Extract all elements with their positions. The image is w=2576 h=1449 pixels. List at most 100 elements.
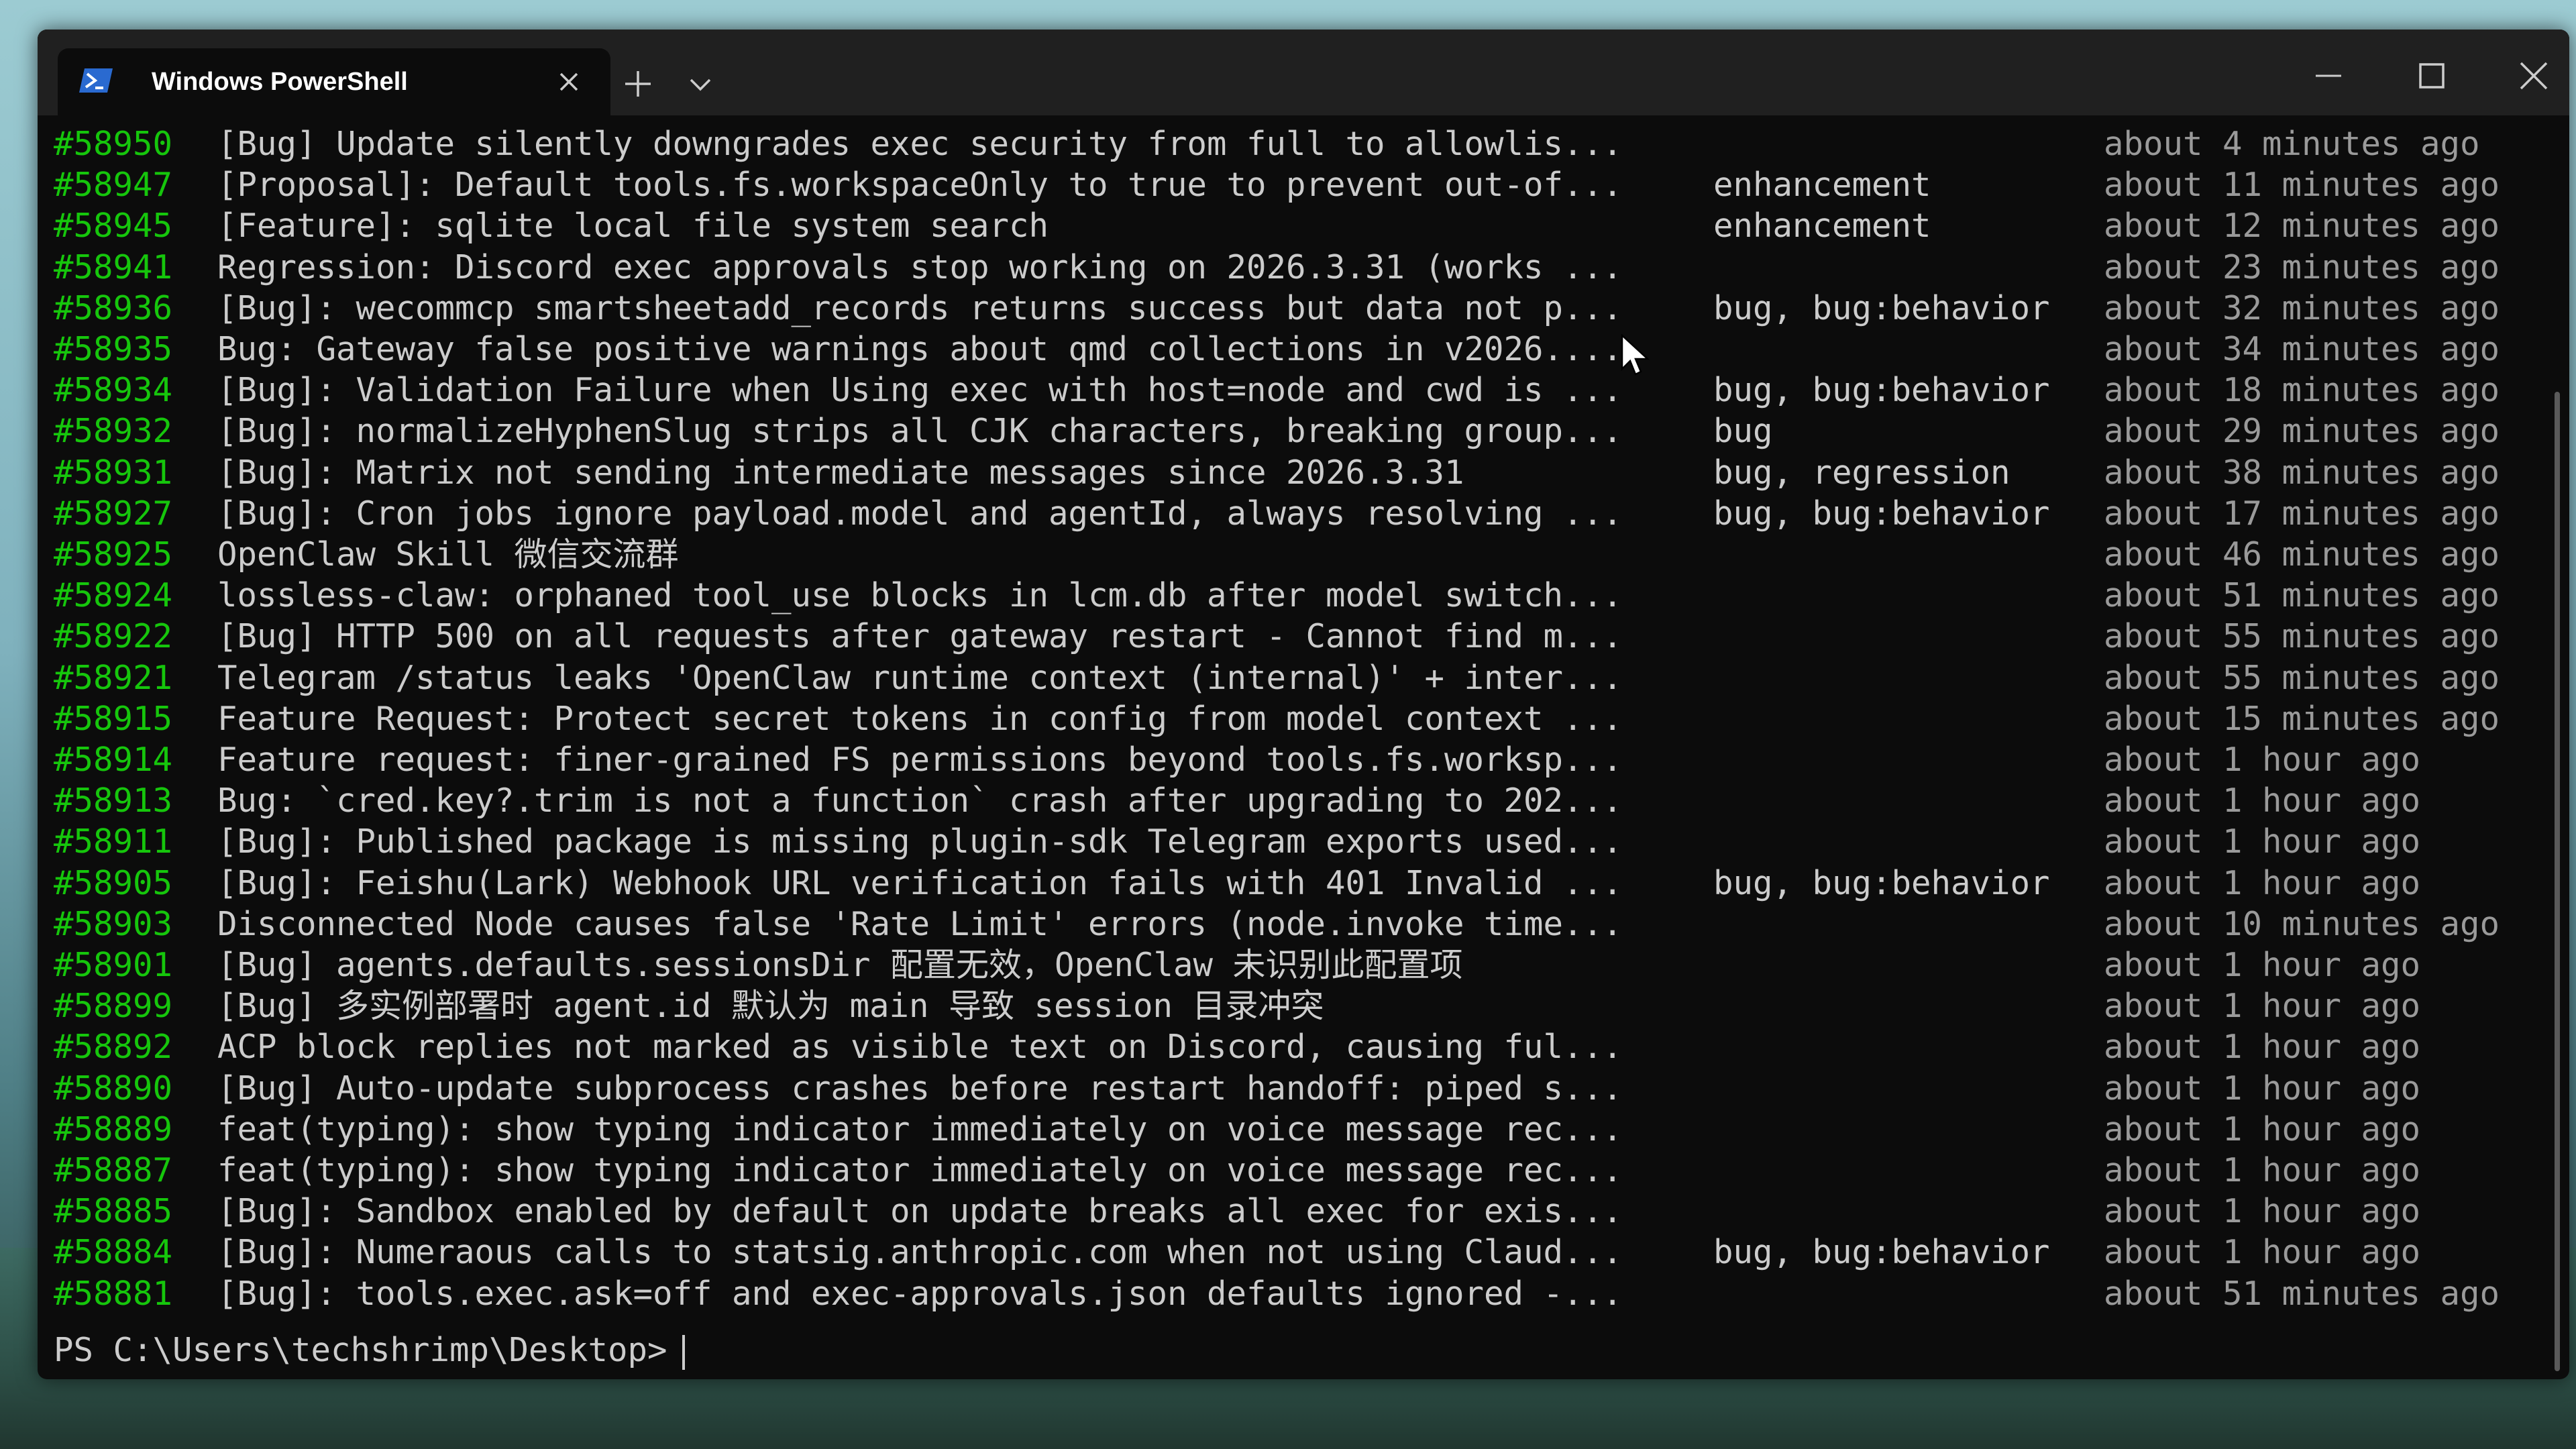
issue-labels: enhancement: [1713, 166, 1931, 205]
issue-number: #58892: [54, 1028, 173, 1067]
issue-labels: bug, bug:behavior: [1713, 371, 2050, 410]
issue-title: lossless-claw: orphaned tool_use blocks …: [217, 576, 1623, 615]
issue-title: [Bug]: Cron jobs ignore payload.model an…: [217, 494, 1623, 533]
issue-number: #58887: [54, 1151, 173, 1189]
issue-number: #58885: [54, 1192, 173, 1231]
issue-time: about 38 minutes ago: [2104, 453, 2500, 492]
issue-row: #58922 [Bug] HTTP 500 on all requests aft…: [38, 616, 2569, 657]
issue-title: ACP block replies not marked as visible …: [217, 1028, 1623, 1067]
command-prompt[interactable]: PS C:\Users\techshrimp\Desktop>: [54, 1330, 685, 1371]
issue-number: #58889: [54, 1110, 173, 1148]
issue-row: #58932 [Bug]: normalizeHyphenSlug strips …: [38, 411, 2569, 451]
issue-time: about 23 minutes ago: [2104, 248, 2500, 286]
issue-labels: bug: [1713, 412, 1773, 451]
issue-number: #58931: [54, 453, 173, 492]
prompt-text: PS C:\Users\techshrimp\Desktop>: [54, 1331, 667, 1369]
issue-number: #58921: [54, 658, 173, 697]
issue-number: #58915: [54, 699, 173, 738]
issue-labels: bug, regression: [1713, 453, 2010, 492]
issue-title: [Bug]: Feishu(Lark) Webhook URL verifica…: [217, 863, 1623, 902]
issue-time: about 1 hour ago: [2104, 1192, 2421, 1231]
tab-powershell[interactable]: Windows PowerShell: [58, 48, 610, 115]
issue-number: #58925: [54, 535, 173, 574]
issue-time: about 1 hour ago: [2104, 863, 2421, 902]
issue-title: [Bug] HTTP 500 on all requests after gat…: [217, 617, 1623, 656]
issue-title: Telegram /status leaks 'OpenClaw runtime…: [217, 658, 1623, 697]
issue-labels: bug, bug:behavior: [1713, 288, 2050, 327]
issue-time: about 1 hour ago: [2104, 946, 2421, 984]
issue-row: #58903 Disconnected Node causes false 'Ra…: [38, 904, 2569, 945]
issue-number: #58950: [54, 125, 173, 163]
issue-row: #58941 Regression: Discord exec approvals…: [38, 247, 2569, 288]
issue-title: Feature request: finer-grained FS permis…: [217, 741, 1623, 779]
issue-row: #58892 ACP block replies not marked as vi…: [38, 1026, 2569, 1067]
issue-title: [Bug]: normalizeHyphenSlug strips all CJ…: [217, 412, 1623, 451]
issue-time: about 55 minutes ago: [2104, 617, 2500, 656]
issue-time: about 51 minutes ago: [2104, 1274, 2500, 1313]
issue-time: about 1 hour ago: [2104, 1110, 2421, 1148]
issue-title: Disconnected Node causes false 'Rate Lim…: [217, 904, 1623, 943]
tab-title: Windows PowerShell: [152, 68, 408, 96]
maximize-icon[interactable]: [2415, 59, 2449, 93]
issue-time: about 15 minutes ago: [2104, 699, 2500, 738]
mouse-pointer-icon: [1621, 334, 1650, 376]
issue-number: #58881: [54, 1274, 173, 1313]
issue-title: [Bug]: Validation Failure when Using exe…: [217, 371, 1623, 410]
issue-row: #58950 [Bug] Update silently downgrades e…: [38, 123, 2569, 164]
issue-title: Bug: Gateway false positive warnings abo…: [217, 330, 1623, 368]
issue-row: #58935 Bug: Gateway false positive warnin…: [38, 329, 2569, 370]
issue-labels: bug, bug:behavior: [1713, 863, 2050, 902]
issue-time: about 1 hour ago: [2104, 782, 2421, 820]
issue-number: #58884: [54, 1233, 173, 1272]
issue-number: #58911: [54, 822, 173, 861]
issue-number: #58899: [54, 987, 173, 1026]
issue-title: [Bug]: Sandbox enabled by default on upd…: [217, 1192, 1623, 1231]
scrollbar[interactable]: [2555, 392, 2560, 1371]
issue-time: about 29 minutes ago: [2104, 412, 2500, 451]
close-tab-icon[interactable]: [557, 70, 581, 94]
minimize-icon[interactable]: [2312, 59, 2345, 93]
issue-row: #58927 [Bug]: Cron jobs ignore payload.mo…: [38, 493, 2569, 534]
issue-time: about 55 minutes ago: [2104, 658, 2500, 697]
issue-number: #58922: [54, 617, 173, 656]
issue-row: #58925 OpenClaw Skill 微信交流群 about 46 minut…: [38, 534, 2569, 575]
text-cursor: [682, 1334, 685, 1370]
issue-title: Bug: `cred.key?.trim is not a function` …: [217, 782, 1623, 820]
issue-row: #58911 [Bug]: Published package is missin…: [38, 821, 2569, 862]
issue-time: about 1 hour ago: [2104, 1151, 2421, 1189]
issue-number: #58905: [54, 863, 173, 902]
terminal-output[interactable]: #58950 [Bug] Update silently downgrades e…: [38, 115, 2569, 1379]
issue-time: about 1 hour ago: [2104, 987, 2421, 1026]
issue-row: #58931 [Bug]: Matrix not sending intermed…: [38, 452, 2569, 493]
issue-title: Regression: Discord exec approvals stop …: [217, 248, 1623, 286]
powershell-icon: [79, 68, 113, 93]
issue-row: #58905 [Bug]: Feishu(Lark) Webhook URL ve…: [38, 863, 2569, 904]
issue-time: about 10 minutes ago: [2104, 904, 2500, 943]
issue-title: [Bug]: wecommcp smartsheetadd_records re…: [217, 288, 1623, 327]
issue-row: #58914 Feature request: finer-grained FS …: [38, 739, 2569, 780]
issue-title: Feature Request: Protect secret tokens i…: [217, 699, 1623, 738]
issue-number: #58932: [54, 412, 173, 451]
new-tab-icon[interactable]: [621, 67, 655, 101]
issue-row: #58924 lossless-claw: orphaned tool_use b…: [38, 575, 2569, 616]
issue-title: OpenClaw Skill 微信交流群: [217, 535, 679, 574]
issue-number: #58913: [54, 782, 173, 820]
issue-time: about 32 minutes ago: [2104, 288, 2500, 327]
title-bar: Windows PowerShell: [38, 30, 2569, 115]
issue-title: [Feature]: sqlite local file system sear…: [217, 207, 1049, 246]
issue-labels: bug, bug:behavior: [1713, 1233, 2050, 1272]
close-window-icon[interactable]: [2517, 59, 2551, 93]
issue-title: [Bug] agents.defaults.sessionsDir 配置无效，O…: [217, 946, 1463, 984]
issue-number: #58936: [54, 288, 173, 327]
issue-time: about 18 minutes ago: [2104, 371, 2500, 410]
issue-row: #58885 [Bug]: Sandbox enabled by default …: [38, 1191, 2569, 1232]
issue-labels: bug, bug:behavior: [1713, 494, 2050, 533]
issue-number: #58945: [54, 207, 173, 246]
issue-number: #58941: [54, 248, 173, 286]
chevron-down-icon[interactable]: [686, 70, 715, 99]
issue-time: about 4 minutes ago: [2104, 125, 2480, 163]
issue-row: #58899 [Bug] 多实例部署时 agent.id 默认为 main 导致 …: [38, 985, 2569, 1026]
issue-row: #58921 Telegram /status leaks 'OpenClaw r…: [38, 657, 2569, 698]
issue-time: about 1 hour ago: [2104, 822, 2421, 861]
issue-title: [Bug]: Published package is missing plug…: [217, 822, 1623, 861]
